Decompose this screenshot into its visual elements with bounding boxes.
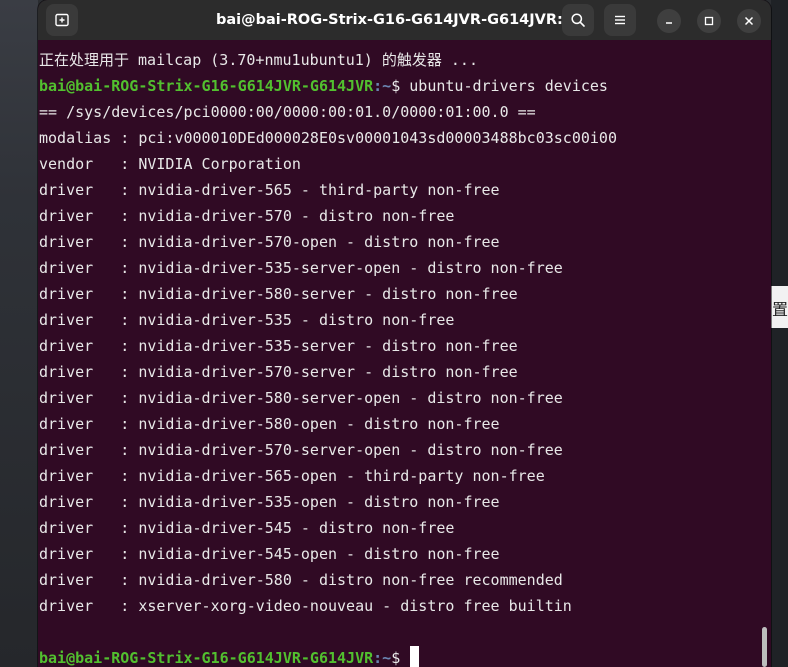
prompt-path: :~ — [373, 649, 392, 667]
output-line: driver : nvidia-driver-570 - distro non-… — [39, 207, 455, 225]
output-line: driver : nvidia-driver-545-open - distro… — [39, 545, 500, 563]
output-line: driver : nvidia-driver-545 - distro non-… — [39, 519, 455, 537]
command-line: bai@bai-ROG-Strix-G16-G614JVR-G614JVR:~$… — [39, 73, 608, 99]
maximize-icon — [704, 16, 714, 26]
terminal-window: bai@bai-ROG-Strix-G16-G614JVR-G614JVR: ~ — [38, 0, 771, 667]
window-title: bai@bai-ROG-Strix-G16-G614JVR-G614JVR: ~ — [215, 12, 581, 28]
desktop-background-left — [0, 0, 38, 667]
prompt-symbol: $ — [391, 649, 401, 667]
prompt-path: :~ — [373, 77, 392, 95]
output-line: driver : nvidia-driver-535 - distro non-… — [39, 311, 455, 329]
close-button[interactable] — [737, 9, 761, 33]
output-line: driver : nvidia-driver-570-server-open -… — [39, 441, 563, 459]
background-window-text: 置 — [772, 300, 788, 319]
close-icon — [744, 16, 754, 26]
background-window-fragment: 置 — [771, 286, 788, 328]
minimize-icon — [666, 22, 672, 24]
command-text: ubuntu-drivers devices — [409, 77, 608, 95]
output-line: driver : nvidia-driver-580-server-open -… — [39, 389, 563, 407]
prompt-symbol: $ — [391, 77, 401, 95]
output-line: driver : nvidia-driver-580 - distro non-… — [39, 571, 563, 589]
output-line: driver : nvidia-driver-535-server - dist… — [39, 337, 518, 355]
prompt-user-host: bai@bai-ROG-Strix-G16-G614JVR-G614JVR — [39, 77, 374, 95]
output-line: vendor : NVIDIA Corporation — [39, 155, 301, 173]
minimize-button[interactable] — [657, 9, 681, 33]
output-line: driver : nvidia-driver-580-open - distro… — [39, 415, 500, 433]
output-line: driver : nvidia-driver-570-open - distro… — [39, 233, 500, 251]
title-bar[interactable]: bai@bai-ROG-Strix-G16-G614JVR-G614JVR: ~ — [38, 0, 771, 40]
output-line: driver : nvidia-driver-570-server - dist… — [39, 363, 518, 381]
prompt-user-host: bai@bai-ROG-Strix-G16-G614JVR-G614JVR — [39, 649, 374, 667]
new-tab-icon — [55, 13, 69, 27]
output-line: modalias : pci:v000010DEd000028E0sv00001… — [39, 129, 617, 147]
active-prompt-line[interactable]: bai@bai-ROG-Strix-G16-G614JVR-G614JVR:~$ — [39, 645, 420, 667]
desktop-background-right — [771, 0, 788, 667]
search-icon — [571, 13, 585, 27]
search-button[interactable] — [562, 4, 594, 36]
output-line: driver : nvidia-driver-565-open - third-… — [39, 467, 545, 485]
output-line: driver : nvidia-driver-580-server - dist… — [39, 285, 518, 303]
output-line: == /sys/devices/pci0000:00/0000:00:01.0/… — [39, 103, 536, 121]
new-tab-button[interactable] — [46, 4, 78, 36]
output-line: driver : xserver-xorg-video-nouveau - di… — [39, 597, 572, 615]
scrollbar-thumb[interactable] — [762, 627, 767, 667]
maximize-button[interactable] — [697, 9, 721, 33]
terminal-line-trigger: 正在处理用于 mailcap (3.70+nmu1ubuntu1) 的触发器 .… — [39, 51, 478, 69]
output-line: driver : nvidia-driver-535-server-open -… — [39, 259, 563, 277]
hamburger-menu-icon — [615, 15, 625, 25]
output-line: driver : nvidia-driver-535-open - distro… — [39, 493, 500, 511]
output-line: driver : nvidia-driver-565 - third-party… — [39, 181, 500, 199]
terminal-output-area[interactable]: 正在处理用于 mailcap (3.70+nmu1ubuntu1) 的触发器 .… — [38, 40, 771, 667]
menu-button[interactable] — [604, 4, 636, 36]
text-cursor — [410, 645, 420, 667]
